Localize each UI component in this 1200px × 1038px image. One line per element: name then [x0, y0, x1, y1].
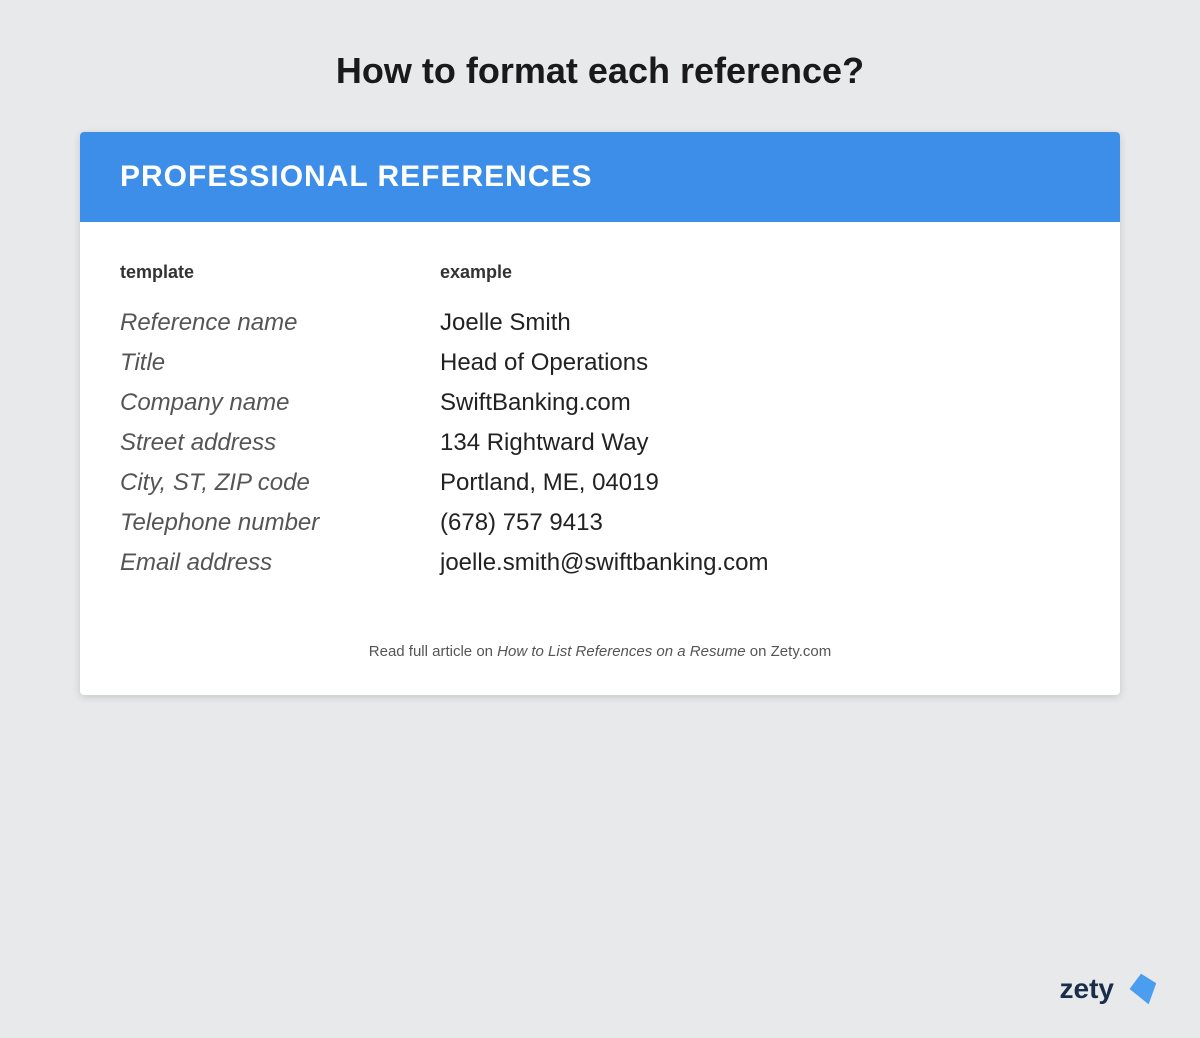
template-field-5: Telephone number: [120, 509, 440, 537]
example-value-1: Head of Operations: [440, 349, 648, 377]
table-row: Email addressjoelle.smith@swiftbanking.c…: [120, 543, 1080, 583]
card-header-title: PROFESSIONAL REFERENCES: [120, 160, 593, 193]
card-body: template example Reference nameJoelle Sm…: [80, 222, 1120, 613]
template-field-4: City, ST, ZIP code: [120, 469, 440, 497]
table-row: Street address134 Rightward Way: [120, 423, 1080, 463]
example-value-3: 134 Rightward Way: [440, 429, 649, 457]
example-value-5: (678) 757 9413: [440, 509, 603, 537]
columns-header: template example: [120, 262, 1080, 283]
table-row: City, ST, ZIP codePortland, ME, 04019: [120, 463, 1080, 503]
template-field-0: Reference name: [120, 309, 440, 337]
table-row: TitleHead of Operations: [120, 343, 1080, 383]
template-field-1: Title: [120, 349, 440, 377]
page-title: How to format each reference?: [336, 50, 864, 92]
footer-text-after: on Zety.com: [746, 643, 832, 660]
card-header: PROFESSIONAL REFERENCES: [80, 132, 1120, 222]
zety-logo: zety: [1060, 970, 1160, 1008]
template-field-6: Email address: [120, 549, 440, 577]
template-field-3: Street address: [120, 429, 440, 457]
table-row: Telephone number(678) 757 9413: [120, 503, 1080, 543]
example-value-4: Portland, ME, 04019: [440, 469, 659, 497]
reference-card: PROFESSIONAL REFERENCES template example…: [80, 132, 1120, 695]
example-value-0: Joelle Smith: [440, 309, 571, 337]
footer-text-before: Read full article on: [369, 643, 497, 660]
table-row: Company nameSwiftBanking.com: [120, 383, 1080, 423]
zety-logo-text: zety: [1060, 973, 1114, 1005]
template-column-header: template: [120, 262, 440, 283]
example-value-2: SwiftBanking.com: [440, 389, 631, 417]
example-value-6: joelle.smith@swiftbanking.com: [440, 549, 769, 577]
reference-rows: Reference nameJoelle SmithTitleHead of O…: [120, 303, 1080, 583]
zety-logo-icon: [1122, 970, 1160, 1008]
footer-link[interactable]: How to List References on a Resume: [497, 643, 745, 660]
card-footer: Read full article on How to List Referen…: [80, 613, 1120, 695]
template-field-2: Company name: [120, 389, 440, 417]
table-row: Reference nameJoelle Smith: [120, 303, 1080, 343]
example-column-header: example: [440, 262, 512, 283]
